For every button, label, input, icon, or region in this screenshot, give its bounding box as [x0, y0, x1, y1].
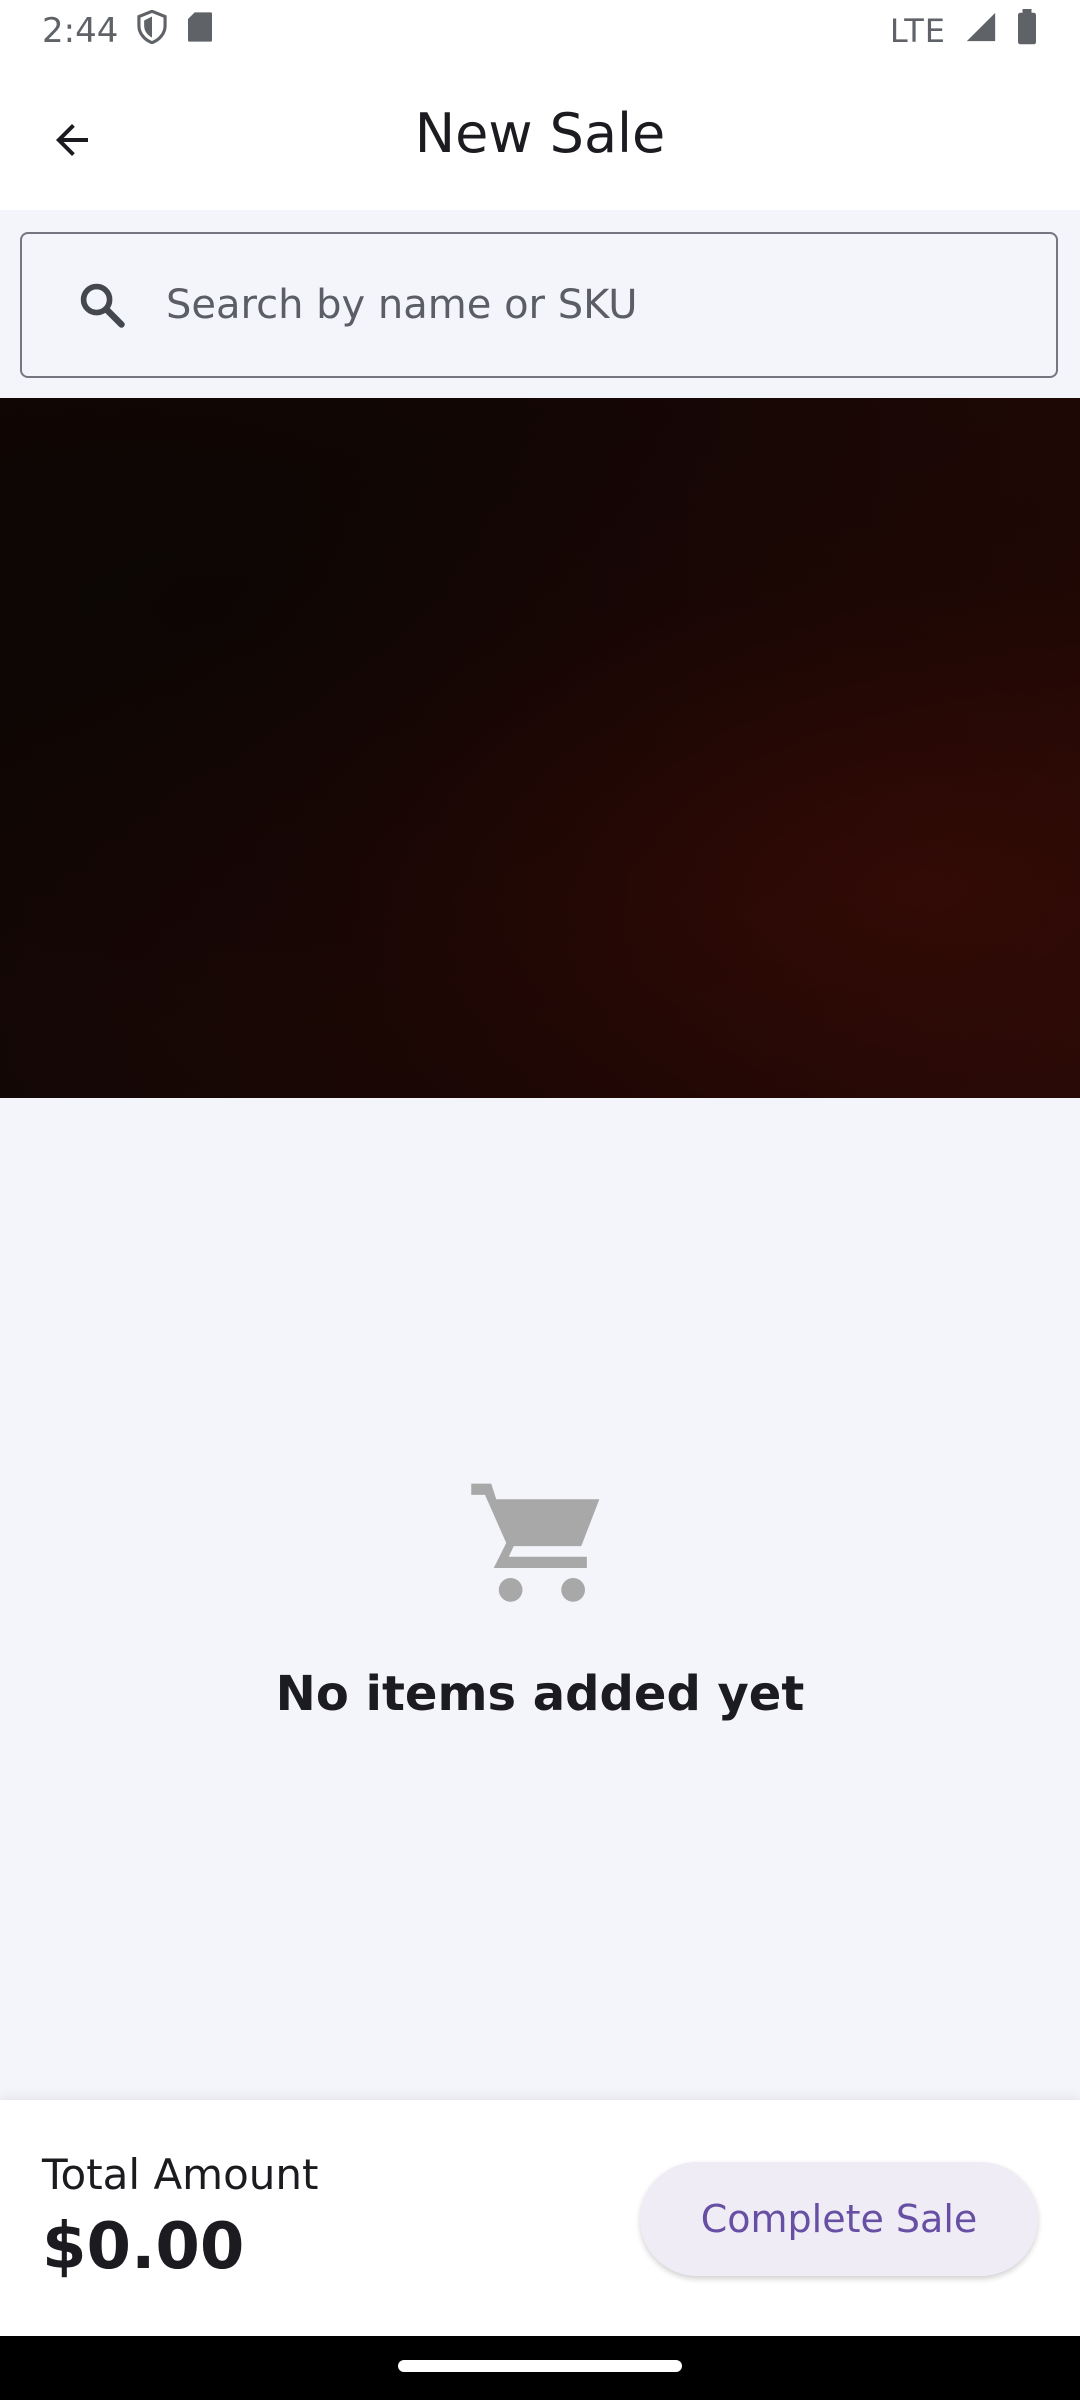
status-left: 2:44	[42, 9, 214, 53]
battery-icon	[1016, 8, 1038, 54]
cart-items-area: No items added yet	[0, 1098, 1080, 2100]
system-nav-bar	[0, 2336, 1080, 2400]
status-time: 2:44	[42, 11, 119, 51]
shield-icon	[136, 9, 168, 53]
app-bar: New Sale	[0, 62, 1080, 210]
new-sale-screen: 2:44 LTE New Sale Search by name or SKU …	[0, 0, 1080, 2400]
total-label: Total Amount	[42, 2150, 319, 2199]
search-section	[0, 210, 1080, 398]
search-input[interactable]	[166, 265, 1026, 345]
page-title: New Sale	[414, 102, 666, 165]
barcode-scanner-preview[interactable]	[0, 398, 1080, 1098]
shopping-cart-icon	[465, 1468, 615, 1618]
home-indicator[interactable]	[398, 2360, 682, 2372]
signal-icon	[964, 10, 998, 53]
total-amount: $0.00	[42, 2210, 245, 2284]
sd-card-icon	[186, 11, 214, 52]
search-icon	[72, 275, 132, 335]
status-bar: 2:44 LTE	[0, 0, 1080, 62]
checkout-bar: Total Amount $0.00 Complete Sale	[0, 2100, 1080, 2336]
empty-message: No items added yet	[275, 1666, 805, 1722]
search-field[interactable]	[20, 232, 1058, 378]
complete-sale-button[interactable]: Complete Sale	[640, 2162, 1038, 2276]
empty-state: No items added yet	[0, 1468, 1080, 1722]
status-right: LTE	[889, 8, 1038, 54]
network-type: LTE	[889, 12, 946, 50]
